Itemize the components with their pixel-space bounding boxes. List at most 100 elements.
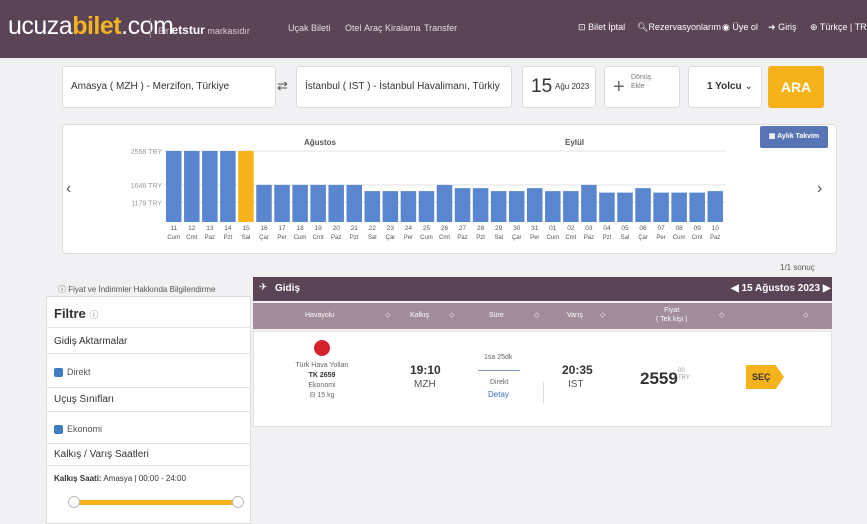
price-bar-06[interactable] [635, 188, 651, 222]
weekday-label: Paz [710, 235, 720, 241]
price-bar-09[interactable] [689, 192, 705, 222]
price-bar-07[interactable] [653, 192, 669, 222]
weekday-label: Pzt [224, 235, 233, 241]
price-bar-05[interactable] [617, 192, 633, 222]
day-label: 28 [477, 225, 485, 232]
airline-info: Türk Hava Yolları TK 2659 Ekonomi ⊟ 15 k… [284, 361, 360, 401]
day-label: 23 [387, 225, 395, 232]
sort-icon[interactable]: ◇ [803, 311, 808, 319]
arrival-time: 20:35 [562, 363, 593, 377]
time-slider-min-handle[interactable] [68, 496, 80, 508]
weekday-label: Sal [621, 235, 630, 241]
price-bar-31[interactable] [527, 188, 543, 222]
aktarma-title: Gidiş Aktarmalar [46, 330, 251, 354]
time-slider-max-handle[interactable] [232, 496, 244, 508]
price-currency: 00 TRY [678, 368, 690, 381]
weekday-label: Sal [494, 235, 503, 241]
price-bar-28[interactable] [472, 188, 489, 222]
price-bar-03[interactable] [581, 184, 597, 222]
col-havayolu[interactable]: Havayolu [305, 312, 334, 319]
day-label: 05 [621, 225, 629, 232]
weekday-label: Paz [584, 235, 594, 241]
price-bar-26[interactable] [436, 184, 453, 222]
weekday-label: Pzt [350, 235, 359, 241]
price-bar-21[interactable] [346, 184, 363, 222]
weekday-label: Sal [368, 235, 377, 241]
col-sure[interactable]: Süre [489, 312, 504, 319]
price-bar-19[interactable] [310, 184, 326, 222]
price-bar-04[interactable] [599, 192, 615, 222]
weekday-label: Pzt [476, 235, 485, 241]
weekday-label: Çar [638, 235, 648, 241]
day-label: 06 [639, 225, 647, 232]
day-label: 13 [206, 225, 214, 232]
result-count: 1/1 sonuç [780, 263, 815, 272]
airline-name: Türk Hava Yolları [295, 362, 349, 369]
day-label: 10 [712, 225, 720, 232]
day-label: 04 [603, 225, 611, 232]
price-bar-25[interactable] [418, 191, 435, 222]
col-fiyat[interactable]: Fiyat( Tek kişi ) [656, 306, 687, 324]
day-label: 24 [405, 225, 413, 232]
price-bar-10[interactable] [707, 191, 724, 222]
day-label: 17 [278, 225, 286, 232]
kalkis-saati-row: Kalkış Saati: Amasya | 00:00 - 24:00 [54, 474, 186, 483]
day-label: 07 [657, 225, 665, 232]
ekonomi-checkbox[interactable]: Ekonomi [46, 414, 251, 444]
prev-day-icon[interactable]: ◀ [731, 283, 739, 294]
weekday-label: Sal [242, 235, 251, 241]
day-label: 15 [242, 225, 250, 232]
next-day-icon[interactable]: ▶ [823, 283, 831, 294]
weekday-label: Cum [546, 235, 559, 241]
plane-icon: ✈ [259, 282, 268, 293]
col-varis[interactable]: Varış [567, 312, 583, 319]
price-bar-16[interactable] [256, 184, 272, 222]
sort-icon[interactable]: ◇ [600, 311, 605, 319]
weekday-label: Per [656, 235, 665, 241]
price-bar-14[interactable] [220, 151, 236, 222]
price-bar-23[interactable] [382, 191, 399, 222]
price-bar-15[interactable] [238, 150, 254, 222]
arrival-airport: IST [568, 379, 584, 390]
price-bar-12[interactable] [184, 151, 200, 222]
weekday-label: Cum [167, 235, 180, 241]
price-bar-13[interactable] [202, 151, 218, 222]
price-bar-24[interactable] [400, 191, 417, 222]
sinif-title: Uçuş Sınıfları [46, 388, 251, 412]
col-kalkis[interactable]: Kalkış [410, 312, 429, 319]
price-bar-27[interactable] [454, 188, 471, 222]
price-bar-22[interactable] [364, 191, 381, 222]
flight-duration: 1sa 25dk [484, 354, 513, 361]
price-bar-chart: 2558 TRY 1646 TRY 1179 TRY 11 Cum 12 Cmt 13 Paz 1… [131, 149, 726, 241]
price-bar-20[interactable] [328, 184, 344, 222]
day-label: 18 [296, 225, 304, 232]
price-bar-02[interactable] [563, 191, 579, 222]
price-bar-01[interactable] [545, 191, 561, 222]
weekday-label: Pzt [603, 235, 612, 241]
date-nav: ◀ 15 Ağustos 2023 ▶ [731, 283, 831, 294]
price-bar-30[interactable] [508, 191, 525, 222]
sort-icon[interactable]: ◇ [449, 311, 454, 319]
departure-airport: MZH [414, 379, 436, 390]
y-tick-label: 1179 TRY [131, 200, 162, 207]
day-label: 08 [676, 225, 684, 232]
weekday-label: Cmt [186, 235, 197, 241]
price-bar-08[interactable] [671, 192, 687, 222]
weekday-label: Cmt [565, 235, 576, 241]
sort-icon[interactable]: ◇ [534, 311, 539, 319]
price-bar-18[interactable] [292, 184, 308, 222]
price-bar-17[interactable] [274, 184, 290, 222]
weekday-label: Paz [331, 235, 341, 241]
sort-icon[interactable]: ◇ [385, 311, 390, 319]
weekday-label: Cum [420, 235, 433, 241]
direkt-checkbox[interactable]: Direkt [46, 356, 251, 388]
price-bar-29[interactable] [490, 191, 507, 222]
weekday-label: Per [530, 235, 539, 241]
price-info-link[interactable]: ⓘ Fiyat ve İndirimler Hakkında Bilgilend… [58, 284, 215, 295]
route-line [478, 370, 520, 371]
saat-title: Kalkış / Varış Saatleri [46, 444, 251, 466]
time-slider-track[interactable] [74, 500, 238, 505]
detail-link[interactable]: Detay [488, 390, 509, 399]
price-bar-11[interactable] [166, 151, 182, 222]
sort-icon[interactable]: ◇ [719, 311, 724, 319]
